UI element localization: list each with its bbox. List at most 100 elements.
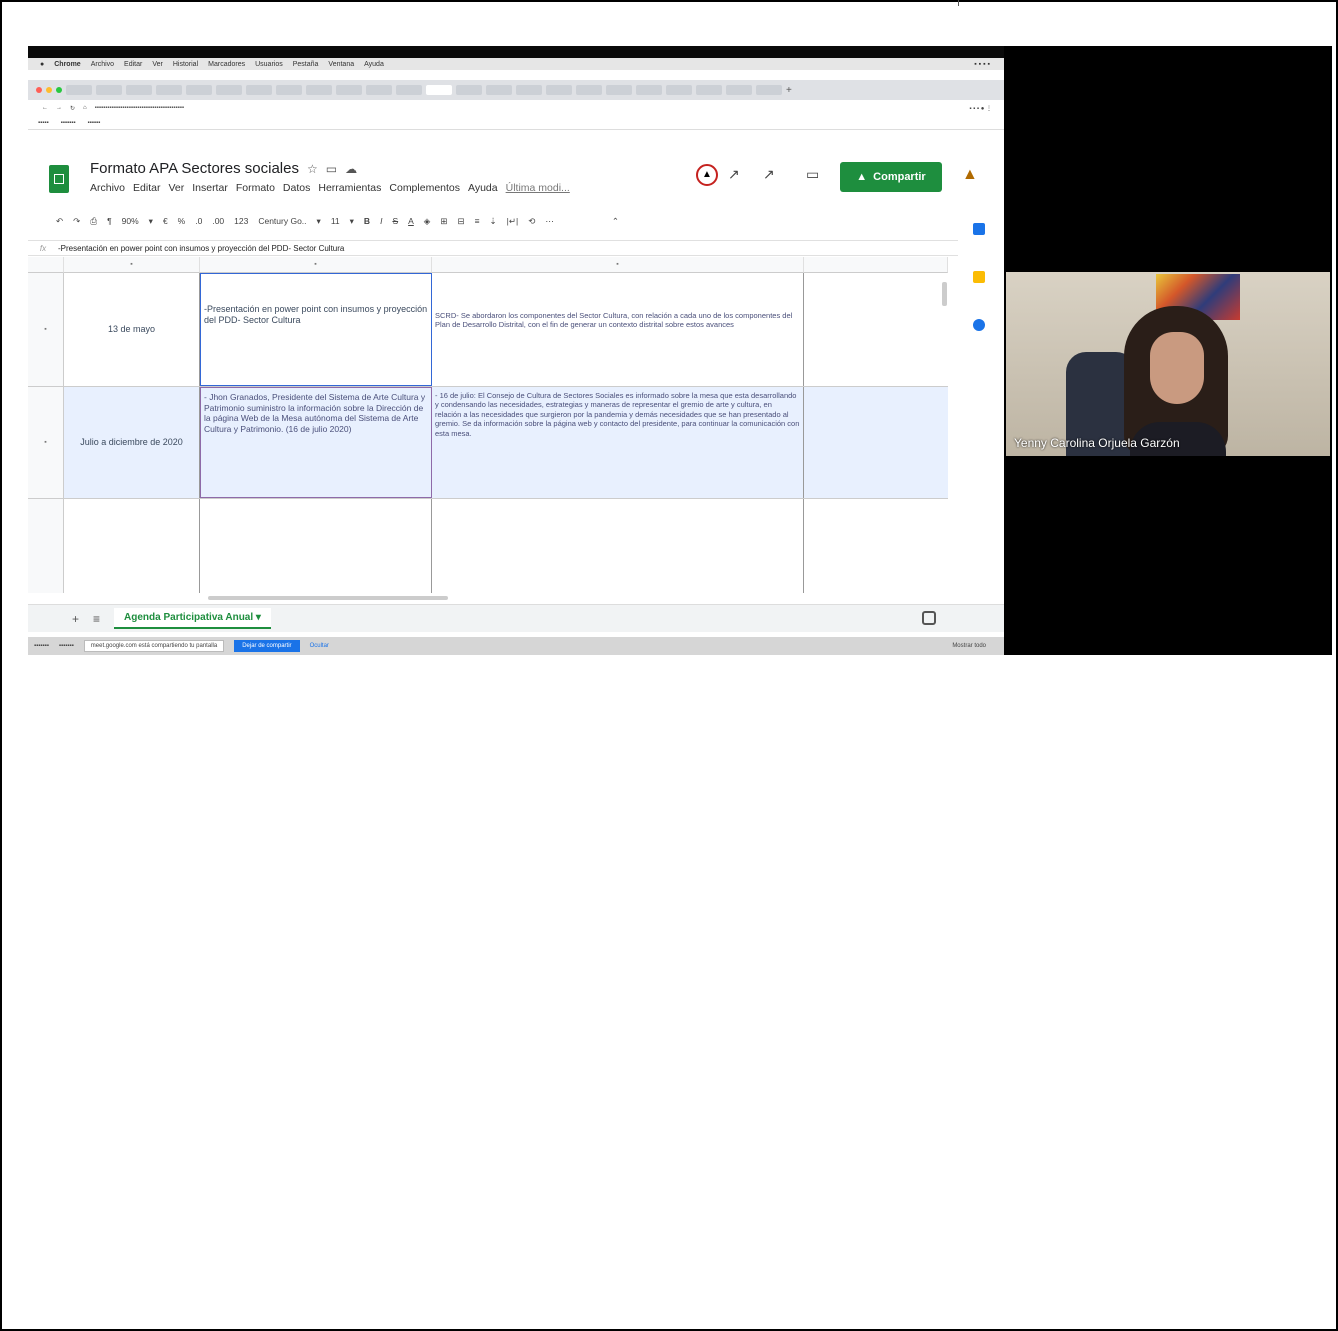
present-icon[interactable]: ↗	[728, 166, 740, 183]
menu-datos[interactable]: Datos	[283, 182, 310, 194]
date-cell[interactable]: 13 de mayo	[64, 273, 200, 386]
italic-icon[interactable]: I	[380, 216, 382, 226]
menu-complementos[interactable]: Complementos	[389, 182, 460, 194]
result-cell[interactable]: SCRD- Se abordaron los componentes del S…	[432, 273, 804, 386]
activity-cell-selected[interactable]: -Presentación en power point con insumos…	[200, 273, 432, 386]
share-button[interactable]: ▲ Compartir	[840, 162, 942, 192]
browser-tab[interactable]	[726, 85, 752, 95]
column-header[interactable]: ▪	[432, 257, 804, 273]
calendar-icon[interactable]	[973, 223, 985, 235]
redo-icon[interactable]: ↷	[73, 216, 80, 227]
percent-icon[interactable]: %	[178, 216, 186, 226]
collapse-icon[interactable]: ⌃	[612, 216, 619, 227]
show-all-button[interactable]: Mostrar todo	[952, 643, 986, 649]
menu-ver[interactable]: Ver	[168, 182, 184, 194]
star-icon[interactable]: ☆	[307, 162, 318, 176]
browser-tab[interactable]	[576, 85, 602, 95]
apple-icon[interactable]: ●	[40, 61, 44, 68]
activity-cell[interactable]: - Jhon Granados, Presidente del Sistema …	[200, 387, 432, 498]
vertical-align-icon[interactable]: ⇣	[490, 216, 497, 227]
browser-tab[interactable]	[396, 85, 422, 95]
menu-formato[interactable]: Formato	[236, 182, 275, 194]
menu-herramientas[interactable]: Herramientas	[318, 182, 381, 194]
activity-cell[interactable]	[200, 499, 432, 593]
date-cell[interactable]	[64, 499, 200, 593]
zoom-window-icon[interactable]	[56, 87, 62, 93]
home-icon[interactable]: ⌂	[83, 105, 87, 111]
forward-icon[interactable]: →	[56, 105, 62, 111]
back-icon[interactable]: ←	[42, 105, 48, 111]
font-select[interactable]: Century Go..	[258, 216, 306, 226]
browser-tab[interactable]	[246, 85, 272, 95]
mac-menu-archivo[interactable]: Archivo	[91, 61, 114, 68]
browser-tab[interactable]	[156, 85, 182, 95]
text-color-icon[interactable]: A	[408, 216, 414, 226]
new-tab-icon[interactable]: +	[786, 85, 792, 96]
browser-tab[interactable]	[366, 85, 392, 95]
increase-decimals-icon[interactable]: .00	[212, 216, 224, 226]
column-header[interactable]: ▪	[64, 257, 200, 273]
doc-title-text[interactable]: Formato APA Sectores sociales	[90, 160, 299, 177]
table-row[interactable]	[28, 499, 948, 593]
zoom-select[interactable]: 90%	[122, 216, 139, 226]
keep-icon[interactable]	[973, 271, 985, 283]
browser-tab[interactable]	[756, 85, 782, 95]
last-edit-link[interactable]: Última modi...	[506, 182, 570, 194]
browser-tab[interactable]	[516, 85, 542, 95]
row-number[interactable]: ▪	[28, 387, 64, 498]
mac-menu-marcadores[interactable]: Marcadores	[208, 61, 245, 68]
align-icon[interactable]: ≡	[475, 216, 480, 226]
menu-editar[interactable]: Editar	[133, 182, 160, 194]
strikethrough-icon[interactable]: S	[392, 216, 398, 226]
print-icon[interactable]: ⎙	[90, 216, 97, 227]
extension-icons[interactable]: ▪ ▪ ▪ ● ⋮	[969, 105, 992, 112]
bookmark-item[interactable]: ▪▪▪▪▪	[38, 120, 49, 126]
browser-tab[interactable]	[606, 85, 632, 95]
mac-menu-ver[interactable]: Ver	[152, 61, 163, 68]
menu-archivo[interactable]: Archivo	[90, 182, 125, 194]
cloud-icon[interactable]: ☁	[345, 162, 357, 176]
comments-icon[interactable]: ▭	[806, 166, 819, 183]
account-avatar[interactable]: ▲	[962, 166, 982, 188]
browser-tab[interactable]	[96, 85, 122, 95]
borders-icon[interactable]: ⊞	[440, 216, 447, 227]
undo-icon[interactable]: ↶	[56, 216, 63, 227]
reload-icon[interactable]: ↻	[70, 105, 75, 112]
row-number[interactable]	[28, 499, 64, 593]
bookmark-item[interactable]: ▪▪▪▪▪▪▪	[61, 120, 76, 126]
chevron-down-icon[interactable]: ▾	[317, 216, 321, 227]
browser-tab[interactable]	[696, 85, 722, 95]
hide-link[interactable]: Ocultar	[310, 643, 329, 649]
sheets-logo-icon[interactable]	[49, 165, 69, 193]
address-bar[interactable]: ← → ↻ ⌂ ▪▪▪▪▪▪▪▪▪▪▪▪▪▪▪▪▪▪▪▪▪▪▪▪▪▪▪▪▪▪▪▪…	[28, 100, 1004, 116]
folder-icon[interactable]: ▭	[326, 162, 337, 176]
mac-menu-editar[interactable]: Editar	[124, 61, 142, 68]
column-header[interactable]: ▪	[200, 257, 432, 273]
merge-cells-icon[interactable]: ⊟	[457, 216, 464, 227]
browser-tab[interactable]	[216, 85, 242, 95]
mac-menu-usuarios[interactable]: Usuarios	[255, 61, 283, 68]
result-cell[interactable]: - 16 de julio: El Consejo de Cultura de …	[432, 387, 804, 498]
vertical-scrollbar[interactable]	[942, 282, 947, 306]
mac-menu-chrome[interactable]: Chrome	[54, 61, 80, 68]
formula-bar[interactable]: fx -Presentación en power point con insu…	[28, 240, 958, 256]
currency-icon[interactable]: €	[163, 216, 168, 226]
horizontal-scrollbar[interactable]	[208, 596, 448, 600]
collaborator-avatar[interactable]: ▲	[696, 164, 718, 186]
empty-cell[interactable]	[804, 499, 948, 593]
activity-icon[interactable]: ↗	[763, 166, 775, 183]
formula-text[interactable]: -Presentación en power point con insumos…	[58, 244, 344, 253]
browser-tab[interactable]	[306, 85, 332, 95]
date-cell[interactable]: Julio a diciembre de 2020	[64, 387, 200, 498]
corner-header[interactable]	[28, 257, 64, 273]
table-row[interactable]: ▪ 13 de mayo -Presentación en power poin…	[28, 273, 948, 387]
browser-tab[interactable]	[186, 85, 212, 95]
close-window-icon[interactable]	[36, 87, 42, 93]
chevron-down-icon[interactable]: ▾	[350, 216, 354, 227]
result-cell[interactable]	[432, 499, 804, 593]
rotate-icon[interactable]: ⟲	[528, 216, 535, 227]
column-header[interactable]	[804, 257, 948, 273]
minimize-window-icon[interactable]	[46, 87, 52, 93]
browser-tab[interactable]	[126, 85, 152, 95]
stop-sharing-button[interactable]: Dejar de compartir	[234, 640, 300, 652]
